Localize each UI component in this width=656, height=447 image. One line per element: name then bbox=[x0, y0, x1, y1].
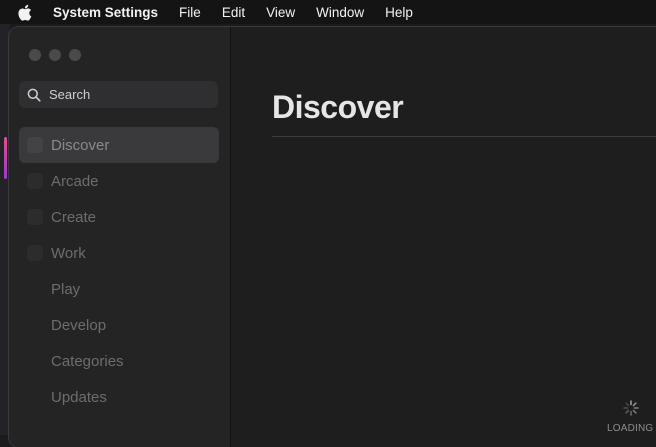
sidebar-item-work[interactable]: Work bbox=[19, 235, 219, 271]
menu-help[interactable]: Help bbox=[385, 5, 413, 20]
sidebar-item-categories[interactable]: Categories bbox=[19, 343, 219, 379]
search-input[interactable] bbox=[49, 87, 199, 102]
settings-window: Discover Arcade Create Work Play Develop bbox=[9, 27, 656, 447]
sidebar-item-label: Categories bbox=[51, 352, 124, 370]
menu-edit[interactable]: Edit bbox=[222, 5, 245, 20]
sidebar-item-label: Develop bbox=[51, 316, 107, 334]
categories-icon bbox=[27, 353, 43, 369]
search-icon bbox=[27, 88, 41, 102]
zoom-button[interactable] bbox=[69, 49, 81, 61]
develop-icon bbox=[27, 317, 43, 333]
sidebar-item-label: Arcade bbox=[51, 172, 99, 190]
menu-bar: System Settings File Edit View Window He… bbox=[0, 0, 656, 24]
sidebar: Discover Arcade Create Work Play Develop bbox=[9, 27, 231, 447]
sidebar-item-arcade[interactable]: Arcade bbox=[19, 163, 219, 199]
apple-menu-icon[interactable] bbox=[17, 4, 37, 21]
spinner-icon bbox=[623, 400, 639, 416]
menu-file[interactable]: File bbox=[179, 5, 201, 20]
sidebar-item-label: Play bbox=[51, 280, 81, 298]
sidebar-item-play[interactable]: Play bbox=[19, 271, 219, 307]
menu-view[interactable]: View bbox=[266, 5, 295, 20]
minimize-button[interactable] bbox=[49, 49, 61, 61]
work-icon bbox=[27, 245, 43, 261]
updates-icon bbox=[27, 389, 43, 405]
sidebar-item-discover[interactable]: Discover bbox=[19, 127, 219, 163]
sidebar-item-label: Create bbox=[51, 208, 97, 226]
play-icon bbox=[27, 281, 43, 297]
menu-window[interactable]: Window bbox=[316, 5, 364, 20]
background-window-edge bbox=[4, 137, 7, 179]
arcade-icon bbox=[27, 173, 43, 189]
window-controls bbox=[29, 49, 81, 61]
sidebar-nav: Discover Arcade Create Work Play Develop bbox=[19, 127, 219, 415]
sidebar-item-develop[interactable]: Develop bbox=[19, 307, 219, 343]
close-button[interactable] bbox=[29, 49, 41, 61]
create-icon bbox=[27, 209, 43, 225]
menu-app-name[interactable]: System Settings bbox=[53, 5, 158, 20]
loading-indicator: LOADING bbox=[607, 400, 655, 434]
loading-text: LOADING bbox=[607, 423, 654, 434]
search-field[interactable] bbox=[19, 81, 218, 108]
title-divider bbox=[272, 136, 656, 137]
sidebar-item-label: Discover bbox=[51, 136, 110, 154]
sidebar-item-updates[interactable]: Updates bbox=[19, 379, 219, 415]
page-title: Discover bbox=[272, 89, 404, 125]
sidebar-item-label: Updates bbox=[51, 388, 107, 406]
main-content: Discover bbox=[231, 27, 656, 447]
sidebar-item-create[interactable]: Create bbox=[19, 199, 219, 235]
discover-icon bbox=[27, 137, 43, 153]
sidebar-item-label: Work bbox=[51, 244, 86, 262]
